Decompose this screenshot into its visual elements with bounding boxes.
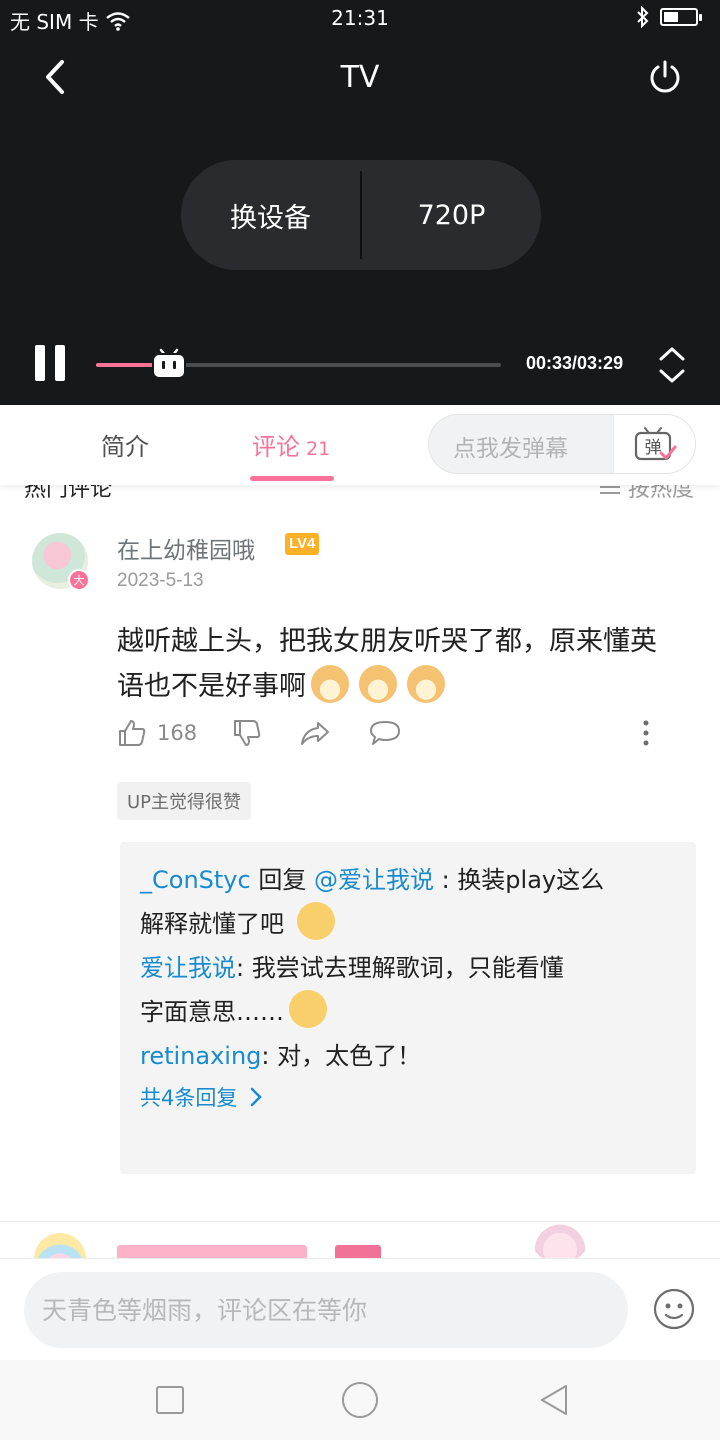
- tabs-bar: 简介 评论 21 点我发弹幕 弹: [0, 405, 720, 485]
- doge-icon: [311, 665, 349, 703]
- share-arrow-icon: [301, 722, 329, 745]
- comment-text-line1: 越听越上头，把我女朋友听哭了都，原来懂英: [117, 626, 657, 657]
- smirk-emoji-icon: [296, 902, 335, 940]
- comment-input-wrapper: [24, 1272, 628, 1348]
- status-right: [636, 6, 702, 28]
- tab-intro[interactable]: 简介: [101, 427, 149, 462]
- tv-mascot-thumb-icon[interactable]: [150, 345, 188, 383]
- up-liked-tag: UP主觉得很赞: [117, 782, 252, 820]
- danmaku-icon: 弹: [634, 427, 676, 461]
- system-nav-bar: [0, 1360, 720, 1440]
- reply-target[interactable]: @爱让我说: [314, 866, 434, 894]
- page-title: TV: [340, 60, 380, 95]
- reply-item: retinaxing: 对，太色了！: [140, 1034, 676, 1078]
- playback-controls: 00:33/03:29: [0, 335, 720, 395]
- pause-button[interactable]: [30, 345, 70, 385]
- chevron-right-icon: [251, 1087, 263, 1107]
- reply-text-line2: 解释就懂了吧: [140, 910, 284, 938]
- thumbs-down-icon: [234, 720, 261, 746]
- danmaku-input[interactable]: 点我发弹幕 弹: [428, 414, 696, 474]
- danmaku-toggle-button[interactable]: 弹: [613, 415, 695, 473]
- power-button[interactable]: [640, 52, 690, 102]
- decoration-icon: [532, 1219, 588, 1260]
- danmaku-placeholder: 点我发弹幕: [453, 436, 568, 462]
- like-button[interactable]: 168: [117, 713, 197, 753]
- reply-connector: 回复: [250, 866, 314, 894]
- sort-label: 按热度: [627, 485, 694, 502]
- comment-username[interactable]: 在上幼稚园哦: [117, 531, 255, 565]
- reply-item: 爱让我说: 我尝试去理解歌词，只能看懂 字面意思……: [140, 946, 676, 1034]
- crying-laughing-emoji-icon: [289, 990, 327, 1028]
- more-replies-link[interactable]: 共4条回复: [140, 1082, 676, 1112]
- status-bar: 无 SIM 卡 21:31: [0, 0, 720, 40]
- tab-comments-label: 评论: [252, 433, 300, 461]
- reply-text-line1: : 我尝试去理解歌词，只能看懂: [236, 954, 564, 982]
- next-comment-peek: [0, 1219, 720, 1260]
- time-readout: 00:33/03:29: [526, 353, 624, 373]
- progress-bar[interactable]: [96, 348, 501, 379]
- comment-date: 2023-5-13: [117, 570, 204, 591]
- comments-count: 21: [306, 438, 331, 460]
- chat-bubble-icon: [370, 721, 400, 745]
- danmaku-icon-text: 弹: [644, 438, 661, 458]
- avatar-badge: 大: [68, 569, 90, 591]
- replies-box[interactable]: _ConStyc 回复 @爱让我说 : 换装play这么 解释就懂了吧 爱让我说…: [120, 842, 696, 1174]
- reply-username[interactable]: _ConStyc: [140, 866, 251, 894]
- more-options-button[interactable]: [641, 713, 651, 753]
- like-count: 168: [157, 721, 198, 745]
- comment-actions: 168: [117, 713, 677, 753]
- more-replies-label: 共4条回复: [140, 1086, 238, 1110]
- system-back-button[interactable]: [534, 1380, 574, 1420]
- sort-button[interactable]: 按热度: [598, 485, 694, 503]
- comment-text: 越听越上头，把我女朋友听哭了都，原来懂英 语也不是好事啊: [117, 619, 702, 709]
- pause-bar: [35, 345, 45, 381]
- expand-arrows-icon: [659, 347, 685, 383]
- avatar: [34, 1233, 86, 1260]
- doge-icon: [359, 665, 397, 703]
- circle-icon: [342, 1382, 378, 1418]
- reply-text-line1: : 换装play这么: [433, 866, 605, 894]
- reply-button[interactable]: [369, 713, 401, 753]
- fullscreen-button[interactable]: [650, 343, 694, 387]
- battery-icon: [660, 8, 702, 26]
- dislike-button[interactable]: [232, 713, 262, 753]
- sort-list-icon: [599, 486, 620, 494]
- comments-list[interactable]: 热门评论 按热度 大 在上幼稚园哦 LV4 2023-5-13 越听越上头，把我…: [0, 485, 720, 1260]
- reply-item: _ConStyc 回复 @爱让我说 : 换装play这么 解释就懂了吧: [140, 858, 676, 946]
- video-player: 无 SIM 卡 21:31 TV 换设备 720P 00:33/03:29: [0, 0, 720, 405]
- pause-bar: [55, 345, 65, 381]
- quality-button[interactable]: 720P: [362, 160, 541, 270]
- power-icon: [650, 60, 680, 93]
- thumbs-up-icon: [119, 720, 146, 746]
- cast-controls: 换设备 720P: [181, 160, 541, 270]
- reply-username[interactable]: retinaxing: [140, 1042, 261, 1070]
- active-tab-indicator: [250, 476, 334, 481]
- switch-device-button[interactable]: 换设备: [181, 160, 360, 270]
- avatar[interactable]: 大: [32, 533, 90, 591]
- comment-input[interactable]: [24, 1272, 628, 1348]
- recent-apps-button[interactable]: [150, 1380, 190, 1420]
- status-time: 21:31: [331, 6, 389, 30]
- triangle-back-icon: [541, 1385, 567, 1415]
- more-vertical-icon: [643, 720, 649, 746]
- comment-input-bar: [0, 1258, 720, 1360]
- home-button[interactable]: [340, 1380, 380, 1420]
- reply-text-line1: : 对，太色了！: [261, 1042, 422, 1070]
- share-button[interactable]: [299, 713, 331, 753]
- player-top-nav: TV: [0, 48, 720, 108]
- reply-username[interactable]: 爱让我说: [140, 954, 236, 982]
- emoji-button-icon[interactable]: [653, 1288, 695, 1330]
- square-icon: [156, 1386, 184, 1414]
- level-badge: LV4: [285, 533, 320, 555]
- bluetooth-icon: [637, 6, 649, 28]
- comment-separator: [0, 1221, 720, 1222]
- doge-icon: [407, 665, 445, 703]
- hot-comments-title: 热门评论: [24, 485, 113, 502]
- comment-text-line2: 语也不是好事啊: [117, 671, 306, 702]
- tab-comments[interactable]: 评论 21: [252, 427, 330, 462]
- reply-text-line2: 字面意思……: [140, 998, 284, 1026]
